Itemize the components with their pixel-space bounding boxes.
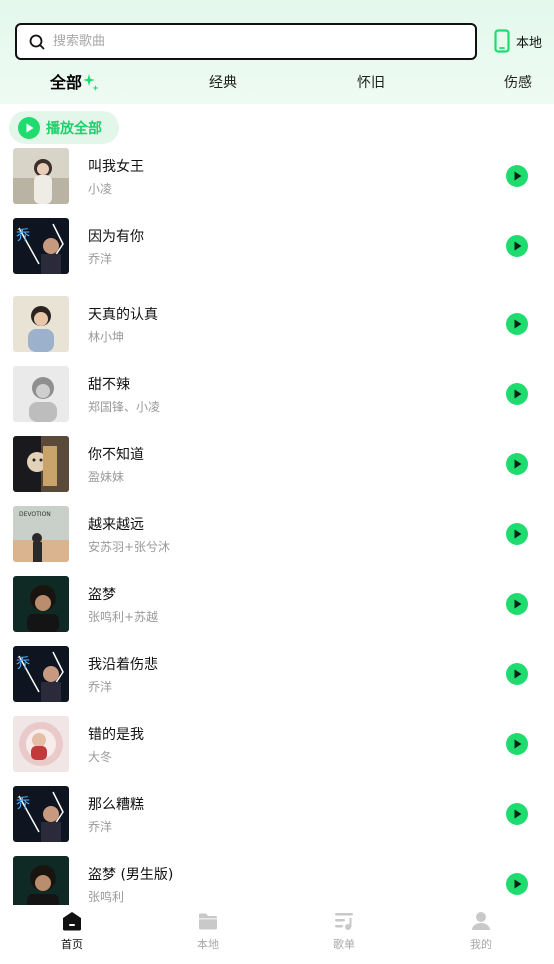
svg-text:乔: 乔 [16,228,30,244]
song-row[interactable]: 你不知道 盈妹妹 [0,436,554,492]
song-row[interactable]: 叫我女王 小凌 [0,148,554,204]
album-cover: 乔 [13,646,69,702]
song-artist: 小凌 [88,182,113,196]
song-title: 盗梦 (男生版) [88,867,174,883]
song-title: 天真的认真 [88,307,158,323]
play-icon[interactable] [506,235,528,257]
album-cover [13,148,69,204]
nav-home[interactable]: 首页 [27,905,117,964]
song-artist: 乔洋 [88,680,113,694]
play-circle-icon [18,116,40,139]
album-cover [13,296,69,352]
folder-icon [199,913,217,930]
song-title: 甜不辣 [88,377,130,393]
album-cover [13,856,69,905]
song-artist: 郑国锋、小凌 [88,400,161,414]
play-icon[interactable] [506,523,528,545]
song-row[interactable]: 盗梦 张鸣利+苏越 [0,576,554,632]
song-row[interactable]: 错的是我 大冬 [0,716,554,772]
song-row[interactable]: 甜不辣 郑国锋、小凌 [0,366,554,422]
nav-playlist[interactable]: 歌单 [299,905,389,964]
song-title: 越来越远 [88,517,144,533]
song-row[interactable]: 盗梦 (男生版) 张鸣利 [0,856,554,905]
song-row[interactable]: 乔 那么糟糕 乔洋 [0,786,554,842]
play-icon[interactable] [506,383,528,405]
album-cover [13,436,69,492]
album-cover: 乔 [13,786,69,842]
song-title: 因为有你 [88,229,144,245]
nav-home-label: 首页 [61,938,83,951]
svg-text:DEVOTION: DEVOTION [19,511,51,518]
song-artist: 林小坤 [88,330,125,344]
play-all-button[interactable]: 播放全部 [9,111,119,144]
nav-local[interactable]: 本地 [163,905,253,964]
song-row[interactable]: 乔 我沿着伤悲 乔洋 [0,646,554,702]
play-icon[interactable] [506,733,528,755]
playlist-icon [335,913,353,930]
song-artist: 安苏羽+张兮沐 [88,540,171,554]
song-title: 你不知道 [88,447,144,463]
play-icon[interactable] [506,313,528,335]
play-icon[interactable] [506,873,528,895]
song-artist: 大冬 [88,750,113,764]
play-all-label: 播放全部 [46,120,102,137]
play-icon[interactable] [506,593,528,615]
svg-text:乔: 乔 [16,656,30,672]
bottom-nav: 首页 本地 歌单 我的 [0,905,554,964]
nav-mine[interactable]: 我的 [436,905,526,964]
nav-playlist-label: 歌单 [333,938,355,951]
album-cover [13,716,69,772]
song-title: 那么糟糕 [88,797,144,813]
play-icon[interactable] [506,165,528,187]
song-title: 叫我女王 [88,159,144,175]
song-title: 我沿着伤悲 [88,657,158,673]
svg-text:乔: 乔 [16,796,30,812]
home-icon [63,912,81,931]
nav-mine-label: 我的 [470,938,492,951]
song-artist: 张鸣利 [88,890,125,904]
song-row[interactable]: 乔 因为有你 乔洋 [0,218,554,274]
album-cover: DEVOTION [13,506,69,562]
song-title: 盗梦 [88,587,116,603]
play-icon[interactable] [506,663,528,685]
user-icon [472,912,490,930]
album-cover [13,366,69,422]
nav-local-label: 本地 [197,938,219,951]
album-cover: 乔 [13,218,69,274]
song-artist: 乔洋 [88,820,113,834]
play-icon[interactable] [506,803,528,825]
song-artist: 张鸣利+苏越 [88,610,159,624]
song-artist: 盈妹妹 [88,470,125,484]
play-icon[interactable] [506,453,528,475]
song-artist: 乔洋 [88,252,113,266]
album-cover [13,576,69,632]
song-title: 错的是我 [88,727,144,743]
song-row[interactable]: DEVOTION 越来越远 安苏羽+张兮沐 [0,506,554,562]
song-row[interactable]: 天真的认真 林小坤 [0,296,554,352]
